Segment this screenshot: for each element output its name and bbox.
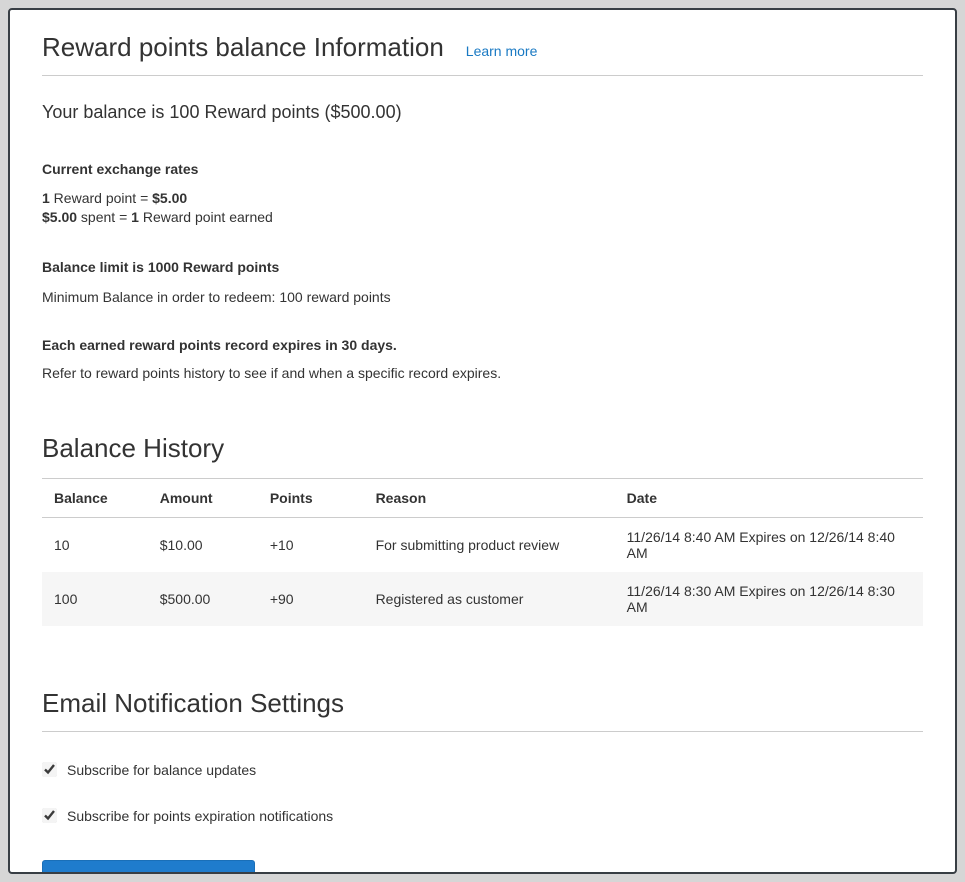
subscribe-balance-field: Subscribe for balance updates [42, 762, 923, 778]
exchange-rates-title: Current exchange rates [42, 161, 923, 177]
rate2-text2: Reward point earned [139, 209, 273, 225]
learn-more-link[interactable]: Learn more [466, 43, 538, 59]
column-header-reason: Reason [364, 478, 615, 517]
rate-line-2: $5.00 spent = 1 Reward point earned [42, 209, 273, 225]
rate-line-1: 1 Reward point = $5.00 [42, 190, 187, 206]
expiration-text: Each earned reward points record expires… [42, 337, 923, 353]
rate1-text: Reward point = [50, 190, 152, 206]
subscribe-expiration-field: Subscribe for points expiration notifica… [42, 808, 923, 824]
exchange-rate-lines: 1 Reward point = $5.00 $5.00 spent = 1 R… [42, 189, 923, 227]
subscribe-expiration-label[interactable]: Subscribe for points expiration notifica… [67, 808, 333, 824]
balance-limit-text: Balance limit is 1000 Reward points [42, 259, 923, 275]
subscribe-balance-label[interactable]: Subscribe for balance updates [67, 762, 256, 778]
cell-balance: 10 [42, 517, 148, 572]
cell-points: +90 [258, 572, 364, 626]
cell-reason: For submitting product review [364, 517, 615, 572]
cell-date: 11/26/14 8:40 AM Expires on 12/26/14 8:4… [615, 517, 923, 572]
table-row: 10 $10.00 +10 For submitting product rev… [42, 517, 923, 572]
column-header-amount: Amount [148, 478, 258, 517]
table-row: 100 $500.00 +90 Registered as customer 1… [42, 572, 923, 626]
reward-points-panel: Reward points balance Information Learn … [8, 8, 957, 874]
balance-history-title: Balance History [42, 433, 923, 464]
header: Reward points balance Information Learn … [42, 32, 923, 63]
rate2-text1: spent = [77, 209, 131, 225]
rate2-value: $5.00 [42, 209, 77, 225]
page-title: Reward points balance Information [42, 32, 444, 63]
column-header-points: Points [258, 478, 364, 517]
subscribe-balance-checkbox[interactable] [42, 762, 57, 777]
balance-summary: Your balance is 100 Reward points ($500.… [42, 102, 923, 123]
rate1-points: 1 [42, 190, 50, 206]
expiration-note: Refer to reward points history to see if… [42, 365, 923, 381]
cell-points: +10 [258, 517, 364, 572]
minimum-balance-text: Minimum Balance in order to redeem: 100 … [42, 289, 923, 305]
save-subscription-button[interactable]: Save Subscription Settings [42, 860, 255, 874]
rate1-value: $5.00 [152, 190, 187, 206]
balance-history-table: Balance Amount Points Reason Date 10 $10… [42, 478, 923, 626]
rate2-points: 1 [131, 209, 139, 225]
email-settings-title: Email Notification Settings [42, 688, 923, 719]
cell-balance: 100 [42, 572, 148, 626]
cell-amount: $10.00 [148, 517, 258, 572]
table-header-row: Balance Amount Points Reason Date [42, 478, 923, 517]
cell-amount: $500.00 [148, 572, 258, 626]
header-divider [42, 75, 923, 76]
email-settings-divider [42, 731, 923, 732]
cell-reason: Registered as customer [364, 572, 615, 626]
subscribe-expiration-checkbox[interactable] [42, 808, 57, 823]
cell-date: 11/26/14 8:30 AM Expires on 12/26/14 8:3… [615, 572, 923, 626]
column-header-balance: Balance [42, 478, 148, 517]
column-header-date: Date [615, 478, 923, 517]
